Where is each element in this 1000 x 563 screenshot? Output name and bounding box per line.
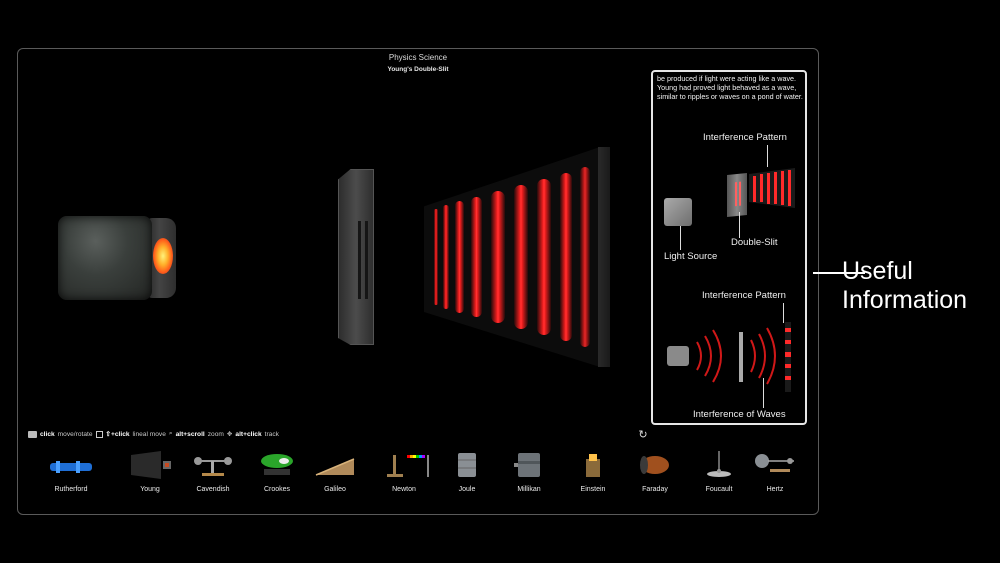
fringe: [514, 185, 528, 329]
experiment-label: Einstein: [580, 486, 606, 493]
foucault-pendulum-icon: [694, 451, 744, 479]
experiment-newton[interactable]: Newton: [369, 449, 439, 499]
light-glow: [153, 238, 173, 274]
slit-plate: [338, 169, 374, 345]
cavendish-balance-icon: [188, 451, 238, 479]
mini-interference-pattern: [749, 168, 795, 208]
label-double-slit: Double-Slit: [731, 237, 778, 248]
leader-line: [763, 378, 764, 408]
rutherford-apparatus-icon: [46, 451, 96, 479]
experiment-rutherford[interactable]: Rutherford: [36, 449, 106, 499]
experiment-einstein[interactable]: Einstein: [558, 449, 628, 499]
experiment-label: Joule: [458, 486, 476, 493]
camera-icon: [28, 430, 37, 438]
light-source-front: [58, 216, 152, 300]
leader-line: [767, 145, 768, 167]
label-light-source: Light Source: [664, 251, 718, 262]
experiment-label: Young: [140, 486, 160, 493]
fringe: [455, 201, 464, 313]
slit-2: [365, 221, 368, 299]
experiment-galileo[interactable]: Galileo: [300, 449, 370, 499]
label-interference-of-waves: Interference of Waves: [693, 409, 786, 420]
experiment-faraday[interactable]: Faraday: [620, 449, 690, 499]
experiment-label: Rutherford: [54, 486, 88, 493]
leader-line: [739, 212, 740, 238]
fringe: [537, 179, 551, 335]
leader-line: [783, 303, 784, 323]
fringe: [560, 173, 572, 341]
light-source-cube[interactable]: [58, 212, 178, 300]
annotation-line-1: Useful: [842, 257, 913, 285]
app-title: Physics Science: [388, 53, 448, 62]
experiment-label: Millikan: [517, 486, 541, 493]
mini-wave-diagram: [667, 322, 797, 392]
hint-shift-click-desc: lineal move: [132, 430, 166, 438]
fringe: [434, 209, 438, 305]
fringe: [471, 197, 482, 317]
experiment-label: Hertz: [766, 486, 784, 493]
hint-click: click: [40, 430, 55, 438]
info-panel: be produced if light were acting like a …: [651, 70, 807, 425]
screen-edge: [598, 147, 610, 367]
double-slit-panel[interactable]: [338, 169, 374, 345]
millikan-oil-drop-icon: [504, 451, 554, 479]
mini-double-slit: [727, 172, 747, 218]
experiment-cavendish[interactable]: Cavendish: [178, 449, 248, 499]
useful-information-annotation: Useful Information: [842, 257, 967, 315]
screen-face: [424, 147, 600, 367]
hint-alt-click: alt+click: [235, 430, 262, 438]
magnifier-icon: ⌕: [168, 430, 173, 437]
label-interference-pattern: Interference Pattern: [703, 132, 787, 143]
slit-1: [358, 221, 361, 299]
fringe: [443, 205, 449, 309]
label-interference-pattern-2: Interference Pattern: [702, 290, 786, 301]
experiment-label: Cavendish: [196, 486, 230, 493]
experiment-label: Galileo: [324, 486, 346, 493]
fringe: [491, 191, 505, 323]
hint-shift-click: ⇧+click: [105, 431, 130, 438]
experiment-young[interactable]: Young: [115, 449, 185, 499]
annotation-line-2: Information: [842, 286, 968, 314]
joule-apparatus-icon: [442, 451, 492, 479]
hint-alt-scroll-desc: zoom: [207, 430, 224, 438]
crookes-tube-icon: [252, 451, 302, 479]
galileo-ramp-icon: [310, 451, 360, 479]
grid-icon: [95, 430, 103, 438]
experiment-hertz[interactable]: Hertz: [740, 449, 810, 499]
faraday-coil-icon: [630, 451, 680, 479]
info-text: be produced if light were acting like a …: [657, 74, 803, 101]
controls-hint: click move/rotate ⇧+click lineal move ⌕ …: [28, 430, 279, 438]
interference-screen[interactable]: [424, 147, 614, 367]
hint-click-desc: move/rotate: [57, 430, 93, 438]
newton-prism-icon: [379, 451, 429, 479]
move-icon: ✥: [226, 431, 233, 438]
fringe: [580, 167, 590, 347]
hint-alt-click-desc: track: [264, 430, 279, 438]
experiment-label: Newton: [392, 486, 416, 493]
hertz-apparatus-icon: [750, 451, 800, 479]
leader-line: [680, 226, 681, 250]
einstein-photoelectric-icon: [568, 451, 618, 479]
app-window: Physics Science Young's Double-Slit be p…: [17, 48, 819, 515]
hint-alt-scroll: alt+scroll: [175, 430, 205, 438]
experiment-strip: Rutherford Young Cavendish Crookes Galil…: [36, 449, 796, 499]
experiment-label: Faraday: [642, 486, 668, 493]
young-double-slit-icon: [125, 451, 175, 479]
experiment-joule[interactable]: Joule: [432, 449, 502, 499]
reset-icon[interactable]: ↻: [637, 429, 649, 441]
experiment-millikan[interactable]: Millikan: [494, 449, 564, 499]
mini-light-source: [664, 198, 692, 226]
